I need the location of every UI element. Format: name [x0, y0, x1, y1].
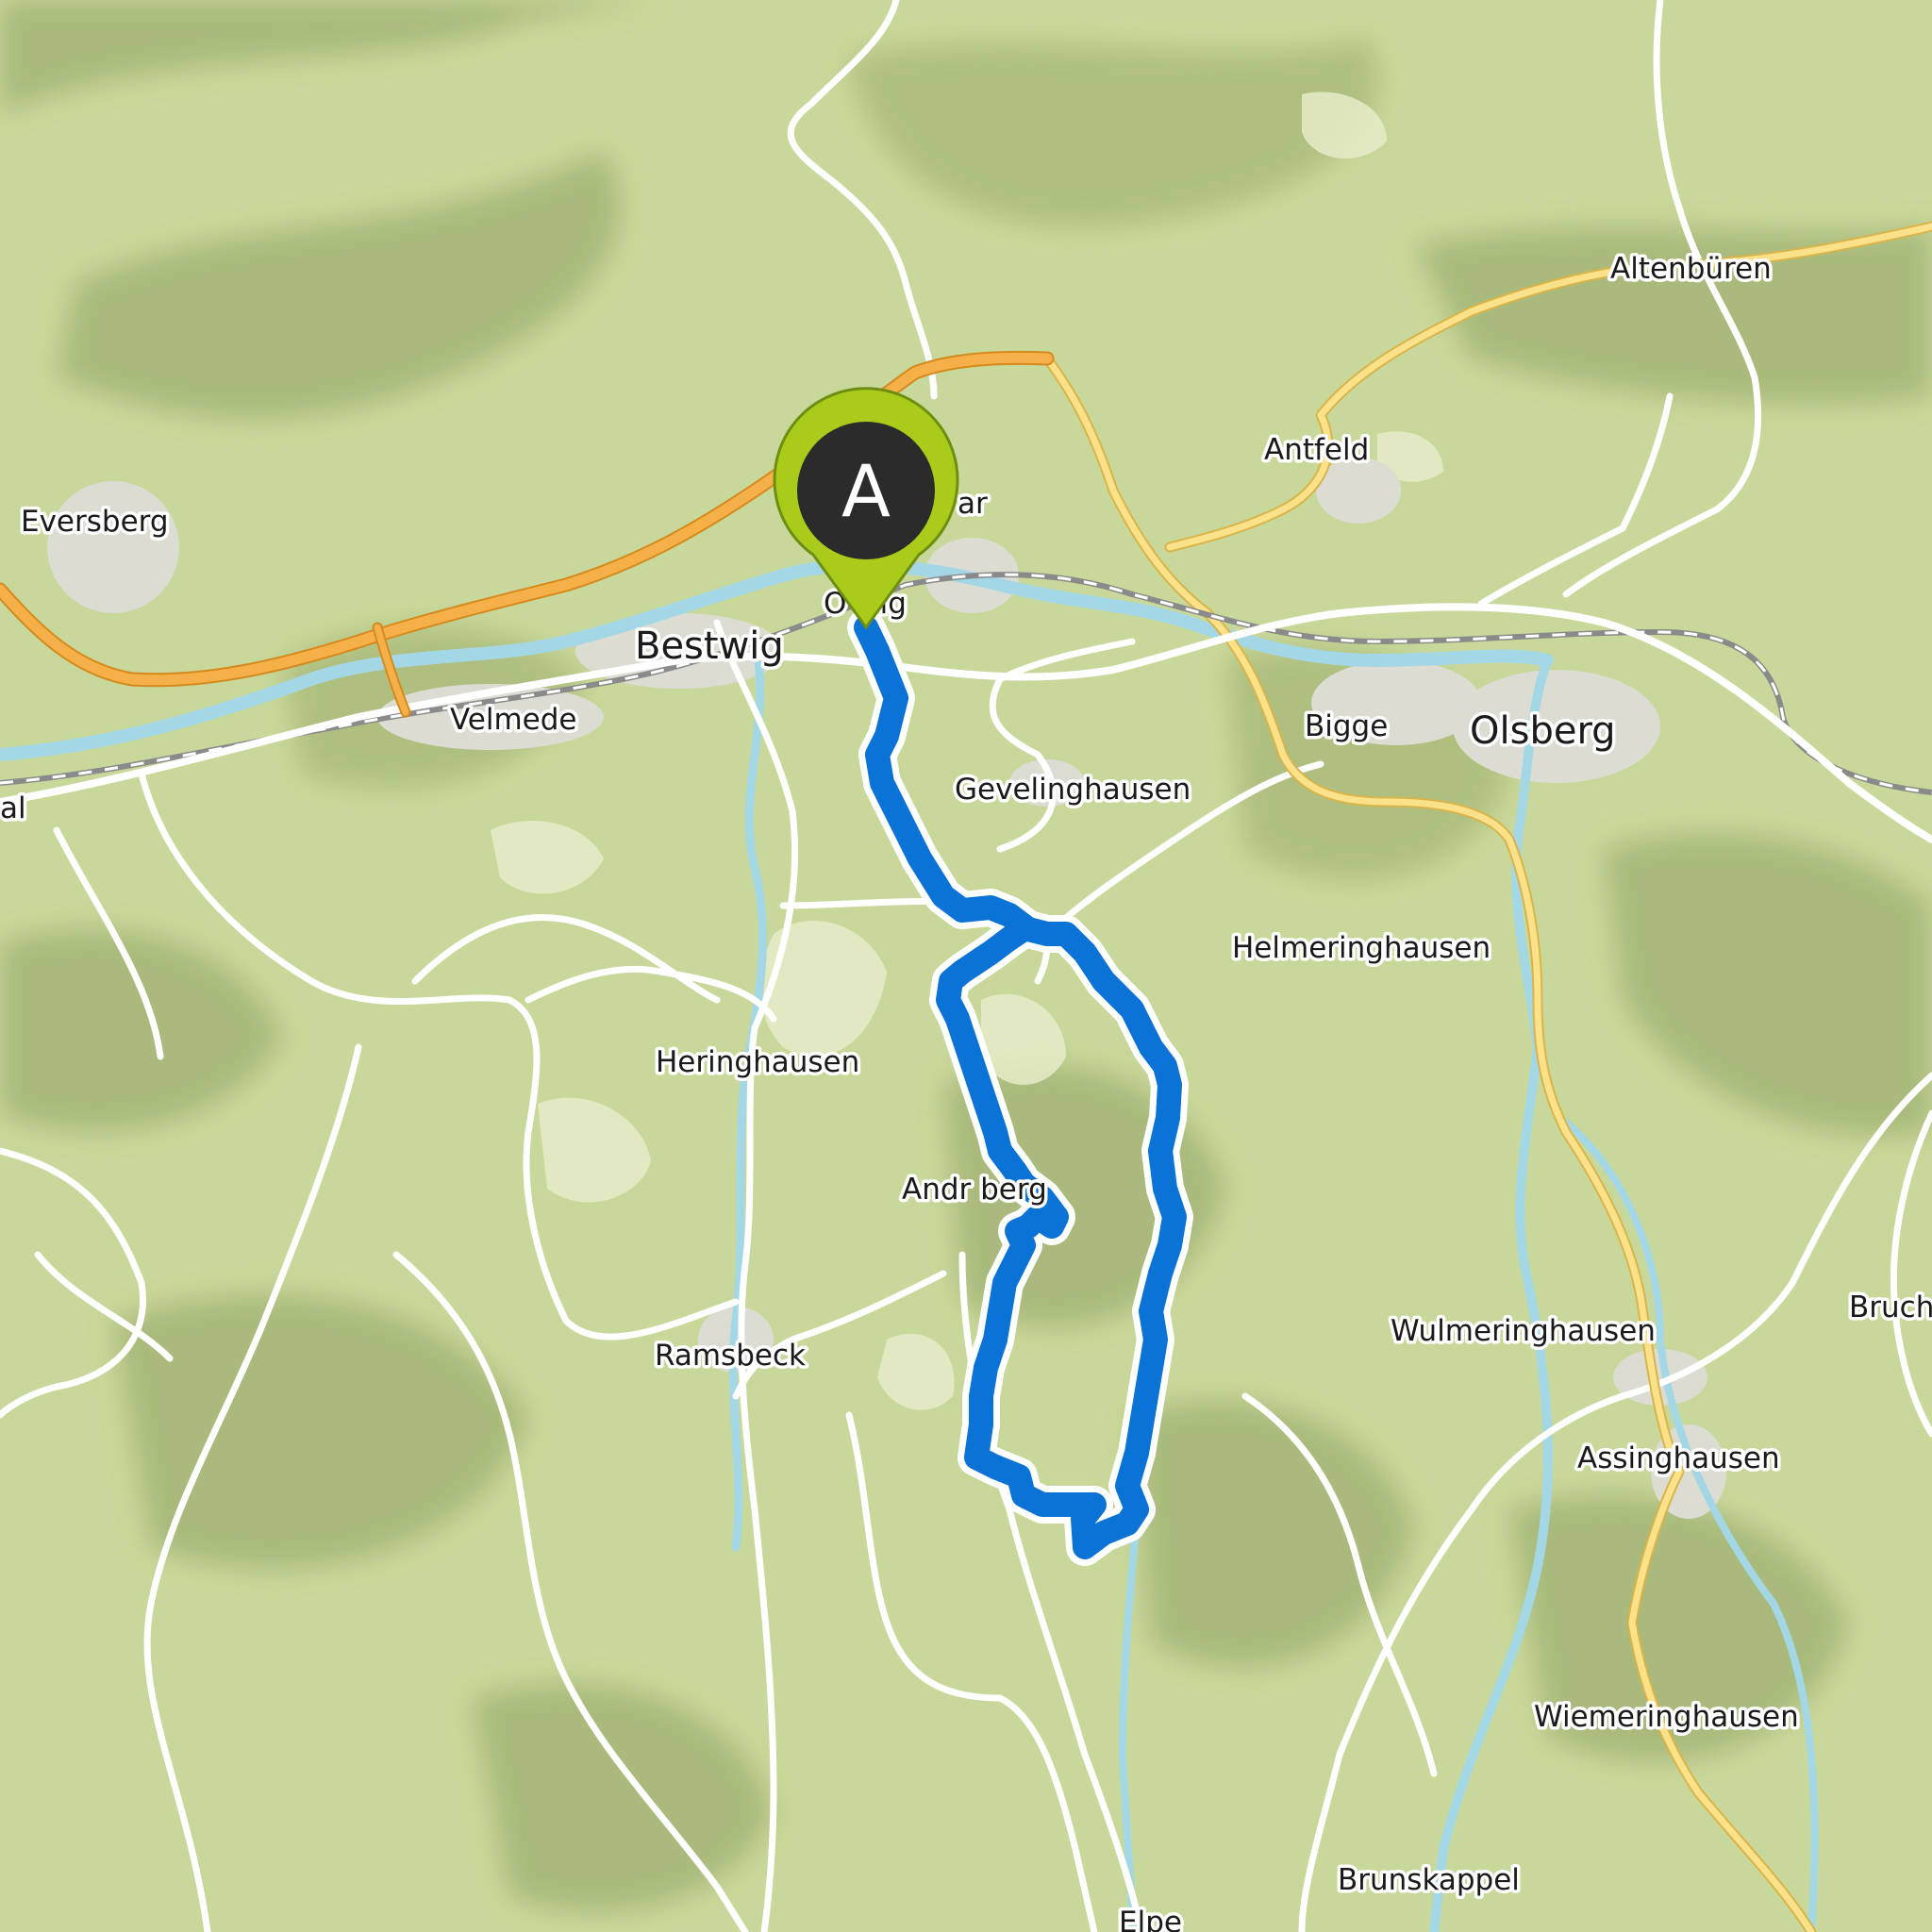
label-wulmeringhausen[interactable]: Wulmeringhausen [1388, 1311, 1659, 1352]
label-gevelinghausen[interactable]: Gevelinghausen [952, 770, 1194, 810]
label-velmede[interactable]: Velmede [447, 700, 581, 741]
label-antfeld[interactable]: Antfeld [1261, 430, 1373, 471]
label-helmeringhausen[interactable]: Helmeringhausen [1229, 928, 1494, 969]
label-assinghausen[interactable]: Assinghausen [1574, 1439, 1784, 1479]
label-wiemeringhausen[interactable]: Wiemeringhausen [1531, 1697, 1803, 1738]
label-bigge[interactable]: Bigge [1302, 707, 1391, 747]
label-andreasberg[interactable]: Andr berg [899, 1170, 1051, 1210]
label-altenbueren[interactable]: Altenbüren [1607, 249, 1775, 290]
label-al[interactable]: al [0, 789, 29, 829]
marker-label: A [841, 449, 891, 533]
map-canvas[interactable]: Eversberg Bestwig Velmede al O wig ar An… [0, 0, 1932, 1932]
label-elpe[interactable]: Elpe [1116, 1903, 1186, 1932]
label-eversberg[interactable]: Eversberg [18, 502, 173, 542]
label-heringhausen[interactable]: Heringhausen [653, 1042, 863, 1083]
label-brunskappel[interactable]: Brunskappel [1335, 1860, 1524, 1901]
label-ramsbeck[interactable]: Ramsbeck [652, 1336, 809, 1376]
label-bruch[interactable]: Bruch [1846, 1288, 1932, 1328]
label-bestwig[interactable]: Bestwig [632, 622, 788, 672]
label-olsberg[interactable]: Olsberg [1467, 707, 1620, 757]
label-nuttlar[interactable]: ar [955, 484, 991, 525]
